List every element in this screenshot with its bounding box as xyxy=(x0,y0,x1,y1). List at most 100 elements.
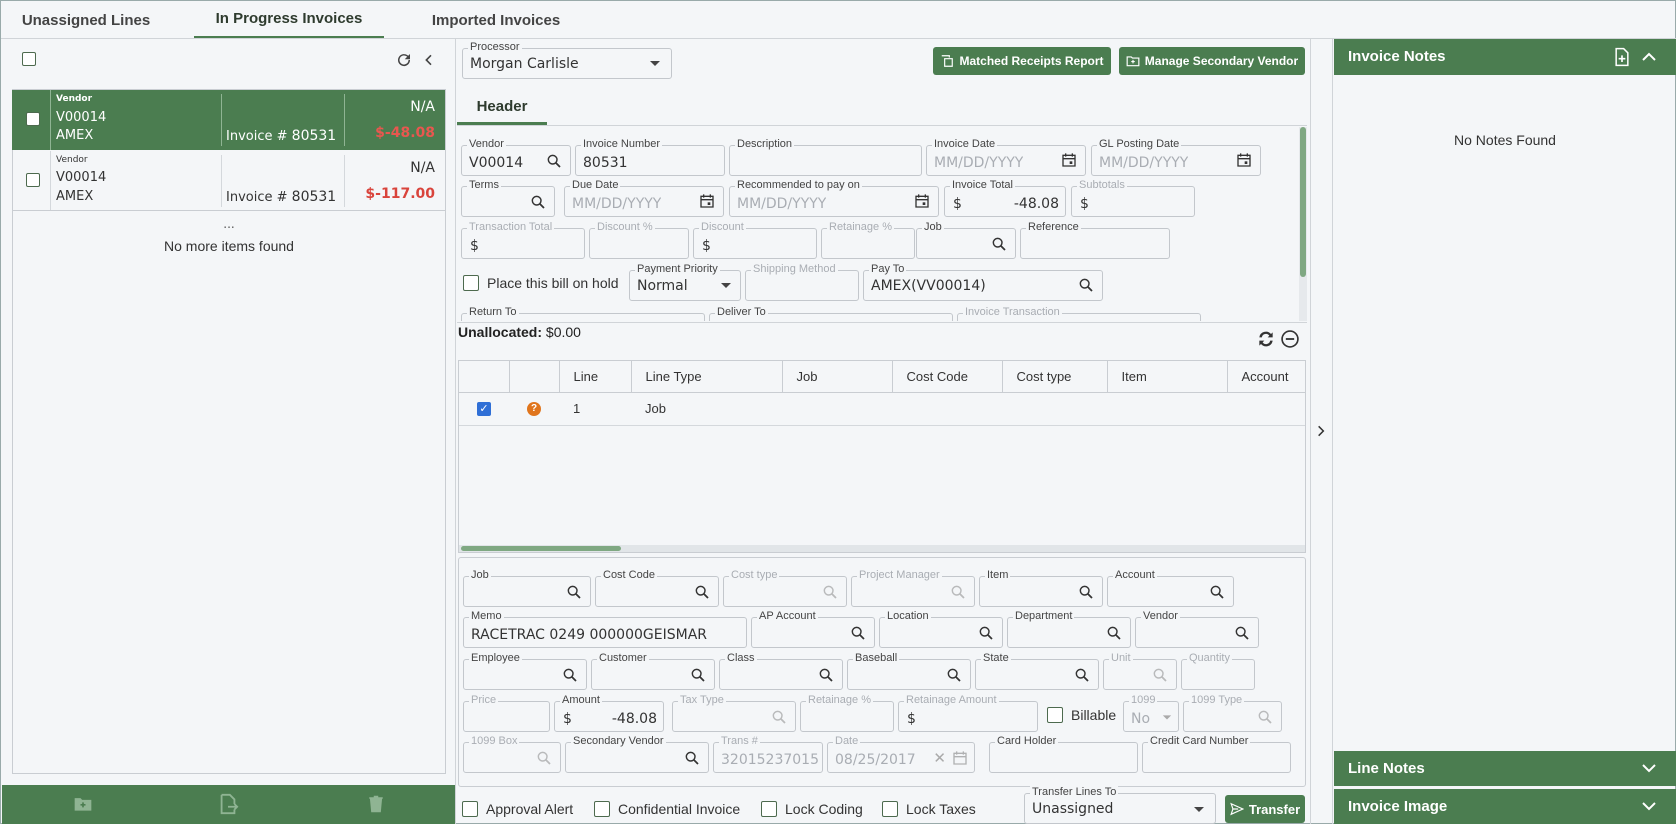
processor-select[interactable]: Processor Morgan Carlisle xyxy=(462,41,672,79)
search-icon[interactable] xyxy=(694,584,710,600)
manage-secondary-vendor-button[interactable]: Manage Secondary Vendor xyxy=(1119,47,1305,75)
search-icon[interactable] xyxy=(1074,667,1090,683)
department-field[interactable]: Department xyxy=(1007,610,1131,648)
col-item[interactable]: Item xyxy=(1107,361,1228,393)
discount-field[interactable]: Discount $ xyxy=(693,221,817,259)
col-line-type[interactable]: Line Type xyxy=(631,361,783,393)
return-to-field[interactable]: Return To xyxy=(461,306,705,321)
employee-field[interactable]: Employee xyxy=(463,652,587,690)
card-holder-field[interactable]: Card Holder xyxy=(989,735,1138,773)
tab-unassigned-lines[interactable]: Unassigned Lines xyxy=(11,1,161,39)
search-icon[interactable] xyxy=(1234,625,1250,641)
recommended-pay-on-field[interactable]: Recommended to pay on MM/DD/YYYY xyxy=(729,179,939,217)
line-cost-code-field[interactable]: Cost Code xyxy=(595,569,719,607)
refresh-icon[interactable] xyxy=(395,51,413,69)
invoice-item-checkbox[interactable] xyxy=(26,173,40,187)
retainage-pct-field[interactable]: Retainage % xyxy=(821,221,915,259)
calendar-icon[interactable] xyxy=(1061,152,1077,168)
transfer-lines-select[interactable]: Transfer Lines To Unassigned xyxy=(1024,786,1216,824)
scrollbar-thumb[interactable] xyxy=(1300,127,1306,277)
terms-field[interactable]: Terms xyxy=(461,179,555,217)
secondary-vendor-field[interactable]: Secondary Vendor xyxy=(565,735,709,773)
col-job[interactable]: Job xyxy=(782,361,893,393)
table-row[interactable]: ✓ ? 1 Job xyxy=(459,392,1305,426)
billable-checkbox[interactable]: Billable xyxy=(1047,707,1116,723)
payment-priority-select[interactable]: Payment Priority Normal xyxy=(629,263,741,301)
description-field[interactable]: Description xyxy=(729,138,922,176)
header-scrollbar[interactable] xyxy=(1299,127,1307,321)
remove-circle-icon[interactable] xyxy=(1280,329,1300,349)
vendor-field[interactable]: Vendor V00014 xyxy=(461,138,571,176)
calendar-icon[interactable] xyxy=(699,193,715,209)
lock-taxes-checkbox[interactable]: Lock Taxes xyxy=(882,801,976,817)
line-vendor-field[interactable]: Vendor xyxy=(1135,610,1259,648)
search-icon[interactable] xyxy=(850,625,866,641)
job-field[interactable]: Job xyxy=(916,221,1016,259)
class-field[interactable]: Class xyxy=(719,652,843,690)
invoice-total-field[interactable]: Invoice Total $ -48.08 xyxy=(944,179,1066,217)
expand-right-icon[interactable] xyxy=(1314,423,1328,439)
invoice-list-item[interactable]: Vendor V00014 AMEX Invoice # 80531 N/A $… xyxy=(12,151,445,211)
scrollbar-thumb[interactable] xyxy=(461,546,621,551)
trash-icon[interactable] xyxy=(367,793,385,815)
tab-header[interactable]: Header xyxy=(457,90,547,125)
matched-receipts-report-button[interactable]: Matched Receipts Report xyxy=(933,47,1111,75)
baseball-field[interactable]: Baseball xyxy=(847,652,971,690)
search-icon[interactable] xyxy=(1209,584,1225,600)
memo-field[interactable]: Memo RACETRAC 0249 000000GEISMAR xyxy=(463,610,747,648)
invoice-number-field[interactable]: Invoice Number 80531 xyxy=(575,138,725,176)
invoice-item-checkbox[interactable] xyxy=(26,112,40,126)
line-job-field[interactable]: Job xyxy=(463,569,591,607)
search-icon[interactable] xyxy=(978,625,994,641)
col-cost-type[interactable]: Cost type xyxy=(1002,361,1108,393)
invoice-date-field[interactable]: Invoice Date MM/DD/YYYY xyxy=(926,138,1086,176)
add-note-icon[interactable] xyxy=(1612,45,1632,69)
search-icon[interactable] xyxy=(566,584,582,600)
search-icon[interactable] xyxy=(690,667,706,683)
reference-field[interactable]: Reference xyxy=(1020,221,1170,259)
search-icon[interactable] xyxy=(546,153,562,169)
ap-account-field[interactable]: AP Account xyxy=(751,610,875,648)
collapse-left-icon[interactable] xyxy=(421,52,437,68)
chevron-down-icon[interactable] xyxy=(1640,797,1658,815)
transfer-button[interactable]: Transfer xyxy=(1225,795,1305,823)
search-icon[interactable] xyxy=(991,236,1007,252)
hold-checkbox[interactable]: Place this bill on hold xyxy=(463,275,619,291)
chevron-up-icon[interactable] xyxy=(1640,48,1658,66)
amount-field[interactable]: Amount $ -48.08 xyxy=(554,694,664,732)
search-icon[interactable] xyxy=(946,667,962,683)
line-notes-header[interactable]: Line Notes xyxy=(1334,751,1676,786)
invoice-notes-header[interactable]: Invoice Notes xyxy=(1334,39,1676,75)
location-field[interactable]: Location xyxy=(879,610,1003,648)
export-file-icon[interactable] xyxy=(217,793,239,815)
new-folder-icon[interactable] xyxy=(72,794,94,814)
grid-h-scrollbar[interactable] xyxy=(459,545,1305,552)
search-icon[interactable] xyxy=(562,667,578,683)
state-field[interactable]: State xyxy=(975,652,1099,690)
credit-card-number-field[interactable]: Credit Card Number xyxy=(1142,735,1291,773)
search-icon[interactable] xyxy=(818,667,834,683)
sync-icon[interactable] xyxy=(1256,329,1276,349)
invoice-image-header[interactable]: Invoice Image xyxy=(1334,789,1676,824)
line-account-field[interactable]: Account xyxy=(1107,569,1234,607)
lock-coding-checkbox[interactable]: Lock Coding xyxy=(761,801,863,817)
gl-posting-date-field[interactable]: GL Posting Date MM/DD/YYYY xyxy=(1091,138,1261,176)
tab-in-progress-invoices[interactable]: In Progress Invoices xyxy=(194,1,384,39)
chevron-down-icon[interactable] xyxy=(1640,759,1658,777)
search-icon[interactable] xyxy=(1078,584,1094,600)
confidential-invoice-checkbox[interactable]: Confidential Invoice xyxy=(594,801,740,817)
select-all-checkbox[interactable] xyxy=(22,52,36,66)
customer-field[interactable]: Customer xyxy=(591,652,715,690)
discount-pct-field[interactable]: Discount % xyxy=(589,221,689,259)
row-checkbox[interactable]: ✓ xyxy=(477,401,491,416)
search-icon[interactable] xyxy=(1078,277,1094,293)
search-icon[interactable] xyxy=(1106,625,1122,641)
calendar-icon[interactable] xyxy=(914,193,930,209)
line-item-field[interactable]: Item xyxy=(979,569,1103,607)
search-icon[interactable] xyxy=(530,194,546,210)
invoice-list-item[interactable]: Vendor V00014 AMEX Invoice # 80531 N/A $… xyxy=(12,90,445,150)
due-date-field[interactable]: Due Date MM/DD/YYYY xyxy=(564,179,724,217)
col-account[interactable]: Account xyxy=(1227,361,1305,393)
col-line[interactable]: Line xyxy=(559,361,632,393)
deliver-to-field[interactable]: Deliver To xyxy=(709,306,953,321)
